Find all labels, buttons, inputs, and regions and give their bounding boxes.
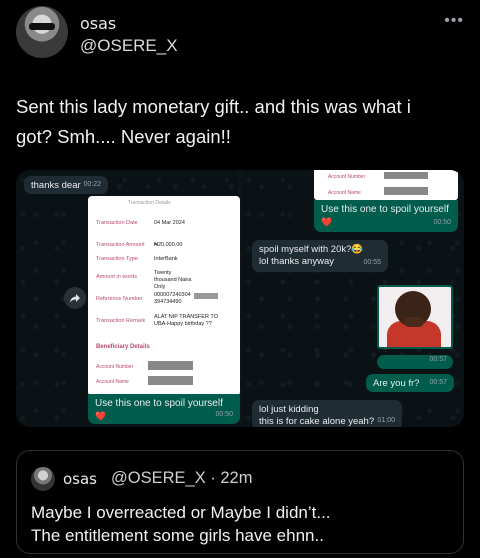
beneficiary-title: Beneficiary Details	[96, 344, 150, 350]
avatar[interactable]	[16, 6, 68, 58]
message-time: 00:50	[215, 411, 233, 418]
outgoing-message: Use this one to spoil yourself ❤️ 00:50	[314, 200, 458, 232]
image-status: 00:57	[377, 355, 453, 369]
forward-icon	[70, 294, 80, 303]
receipt-header: Transaction Details	[128, 200, 171, 206]
quoted-tweet[interactable]: osas @OSERE_X · 22m Maybe I overreacted …	[16, 450, 464, 554]
outgoing-message: Use this one to spoil yourself ❤️ 00:50	[88, 394, 240, 424]
user-handle[interactable]: @OSERE_X	[80, 36, 178, 56]
chat-screenshot-right[interactable]: Account Number Account Name Use this one…	[242, 170, 464, 427]
incoming-message: lol just kidding this is for cake alone …	[252, 400, 402, 427]
receipt-value: Twenty thousand Naira Only	[154, 270, 192, 290]
receipt-value: InterBank	[154, 256, 178, 262]
message-text: spoil myself with 20k?😂	[259, 244, 364, 255]
display-name[interactable]: osas	[63, 470, 97, 488]
message-time: 01:00	[377, 417, 395, 424]
receipt-label: Transaction Remark	[96, 318, 146, 324]
receipt-label: Transaction Date	[96, 220, 138, 226]
receipt-value: 04 Mar 2024	[154, 220, 185, 226]
receipt-label: Reference Number	[96, 296, 143, 302]
redacted-block	[194, 293, 218, 299]
receipt-label: Amount in words	[96, 274, 137, 280]
redacted-block	[148, 361, 193, 370]
tweet-header: osas @OSERE_X •••	[16, 4, 464, 64]
message-time: 00:50	[433, 219, 451, 226]
outgoing-message: Are you fr? 00:57	[366, 374, 454, 392]
message-text: lol just kidding	[259, 404, 319, 415]
message-time: 00:57	[429, 356, 447, 363]
incoming-message: thanks dear 00:22	[24, 176, 108, 194]
receipt-fragment: Account Number Account Name	[314, 170, 458, 200]
tweet-text-line: got? Smh.... Never again!!	[16, 126, 231, 147]
account-number-label: Account Number	[328, 174, 366, 180]
heart-emoji: ❤️	[321, 217, 333, 227]
message-text: thanks dear	[31, 180, 81, 191]
account-name-label: Account Name	[96, 379, 129, 385]
tweet-text-line: Maybe I overreacted or Maybe I didn’t...	[31, 503, 331, 522]
tweet-text-line: The entitlement some girls have ehnn..	[31, 526, 324, 545]
message-time: 00:22	[83, 181, 101, 188]
account-name-label: Account Name	[328, 190, 361, 196]
tweet-text-line: Sent this lady monetary gift.. and this …	[16, 96, 411, 117]
tweet-media[interactable]: thanks dear 00:22 Transaction Details Tr…	[16, 170, 464, 427]
receipt-value: ALAT NIP TRANSFER TO UBA-Happy birthday …	[154, 314, 218, 327]
redacted-block	[148, 376, 193, 385]
tweet-text: Sent this lady monetary gift.. and this …	[16, 92, 466, 152]
chat-screenshot-left[interactable]: thanks dear 00:22 Transaction Details Tr…	[16, 170, 240, 427]
redacted-block	[384, 187, 428, 195]
quoted-tweet-text: Maybe I overreacted or Maybe I didn’t...…	[31, 501, 331, 547]
incoming-message: spoil myself with 20k?😂 lol thanks anywa…	[252, 240, 388, 272]
message-text: Use this one to spoil yourself	[95, 398, 223, 409]
message-text: this is for cake alone yeah?	[259, 416, 375, 427]
receipt-value: ₦20,000.00	[154, 242, 183, 248]
sticker-image[interactable]	[377, 285, 453, 349]
heart-emoji: ❤️	[95, 411, 107, 421]
display-name[interactable]: osas	[80, 14, 116, 33]
handle-timestamp[interactable]: @OSERE_X · 22m	[111, 469, 252, 488]
message-text: Use this one to spoil yourself	[321, 204, 449, 215]
receipt-label: Transaction Type	[96, 256, 138, 262]
more-options-icon[interactable]: •••	[444, 12, 464, 30]
avatar[interactable]	[31, 467, 55, 491]
redacted-block	[384, 172, 428, 179]
message-text: Are you fr?	[373, 378, 420, 389]
share-button[interactable]	[64, 287, 86, 309]
transfer-receipt: Transaction Details Transaction Date 04 …	[88, 196, 240, 396]
message-time: 00:57	[429, 379, 447, 386]
account-number-label: Account Number	[96, 364, 134, 370]
receipt-label: Transaction Amount	[96, 242, 145, 248]
message-time: 00:55	[363, 259, 381, 266]
